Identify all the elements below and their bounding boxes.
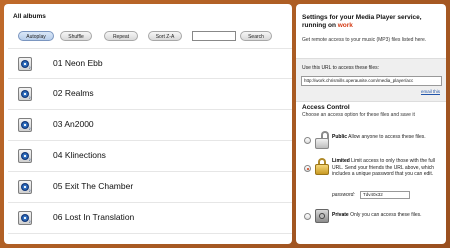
limited-label: Limited xyxy=(332,158,350,164)
private-description: Private Only you can access these files. xyxy=(332,212,442,219)
search-input[interactable] xyxy=(192,31,236,41)
music-file-icon: ♪ xyxy=(18,180,32,194)
list-item[interactable]: ♪ 01 Neon Ebb xyxy=(8,48,292,79)
music-file-icon: ♪ xyxy=(18,57,32,71)
track-name[interactable]: 02 Realms xyxy=(53,88,94,98)
track-name[interactable]: 01 Neon Ebb xyxy=(53,58,103,68)
gold-lock-icon xyxy=(315,158,329,175)
albums-title: All albums xyxy=(13,13,46,20)
albums-panel: All albums Autoplay Shuffle Repeat Sort … xyxy=(4,4,292,244)
url-section: Use this URL to access these files: http… xyxy=(296,58,446,102)
music-file-icon: ♪ xyxy=(18,211,32,225)
private-text: Only you can access these files. xyxy=(350,212,422,218)
access-option-private: Private Only you can access these files. xyxy=(302,208,442,230)
settings-title-text: Settings for your Media Player service, … xyxy=(302,14,422,29)
track-name[interactable]: 04 Klinections xyxy=(53,150,106,160)
music-file-icon: ♪ xyxy=(18,118,32,132)
sort-button[interactable]: Sort Z-A xyxy=(148,31,182,41)
public-label: Public xyxy=(332,134,348,140)
vault-icon xyxy=(315,209,329,223)
private-label: Private xyxy=(332,212,349,218)
repeat-button[interactable]: Repeat xyxy=(104,31,138,41)
public-text: Allow anyone to access these files. xyxy=(348,134,426,140)
track-name[interactable]: 03 An2000 xyxy=(53,119,94,129)
search-button[interactable]: Search xyxy=(240,31,272,41)
access-option-public: Public Allow anyone to access these file… xyxy=(302,131,442,154)
url-label: Use this URL to access these files: xyxy=(302,65,380,71)
music-file-icon: ♪ xyxy=(18,87,32,101)
playback-controls: Autoplay Shuffle Repeat Sort Z-A Search xyxy=(18,31,288,42)
limited-radio[interactable] xyxy=(304,165,311,172)
public-radio[interactable] xyxy=(304,137,311,144)
access-option-limited: Limited Limit access to only those with … xyxy=(302,156,442,202)
device-name: work xyxy=(337,22,353,29)
shuffle-button[interactable]: Shuffle xyxy=(60,31,92,41)
list-item[interactable]: ♪ 06 Lost In Translation xyxy=(8,203,292,234)
settings-title: Settings for your Media Player service, … xyxy=(302,14,442,30)
settings-subtitle: Get remote access to your music (MP3) fi… xyxy=(302,37,427,43)
settings-panel: Settings for your Media Player service, … xyxy=(296,4,446,244)
public-description: Public Allow anyone to access these file… xyxy=(332,134,442,141)
password-field[interactable]: Tdv40x32 xyxy=(360,191,410,199)
url-field[interactable]: http://work.chrismills.operaunite.com/me… xyxy=(301,76,442,86)
track-list: ♪ 01 Neon Ebb ♪ 02 Realms ♪ 03 An2000 ♪ … xyxy=(8,48,292,234)
limited-description: Limited Limit access to only those with … xyxy=(332,158,442,178)
list-item[interactable]: ♪ 05 Exit The Chamber xyxy=(8,172,292,203)
list-item[interactable]: ♪ 02 Realms xyxy=(8,79,292,110)
list-item[interactable]: ♪ 03 An2000 xyxy=(8,110,292,141)
email-link[interactable]: email this xyxy=(421,89,440,94)
music-file-icon: ♪ xyxy=(18,149,32,163)
track-name[interactable]: 06 Lost In Translation xyxy=(53,212,134,222)
list-item[interactable]: ♪ 04 Klinections xyxy=(8,141,292,172)
open-lock-icon xyxy=(315,131,329,149)
password-label: password: xyxy=(332,192,355,198)
track-name[interactable]: 05 Exit The Chamber xyxy=(53,181,133,191)
autoplay-button[interactable]: Autoplay xyxy=(18,31,54,41)
private-radio[interactable] xyxy=(304,213,311,220)
access-control-subtitle: Choose an access option for these files … xyxy=(302,112,415,118)
access-control-title: Access Control xyxy=(302,104,350,111)
